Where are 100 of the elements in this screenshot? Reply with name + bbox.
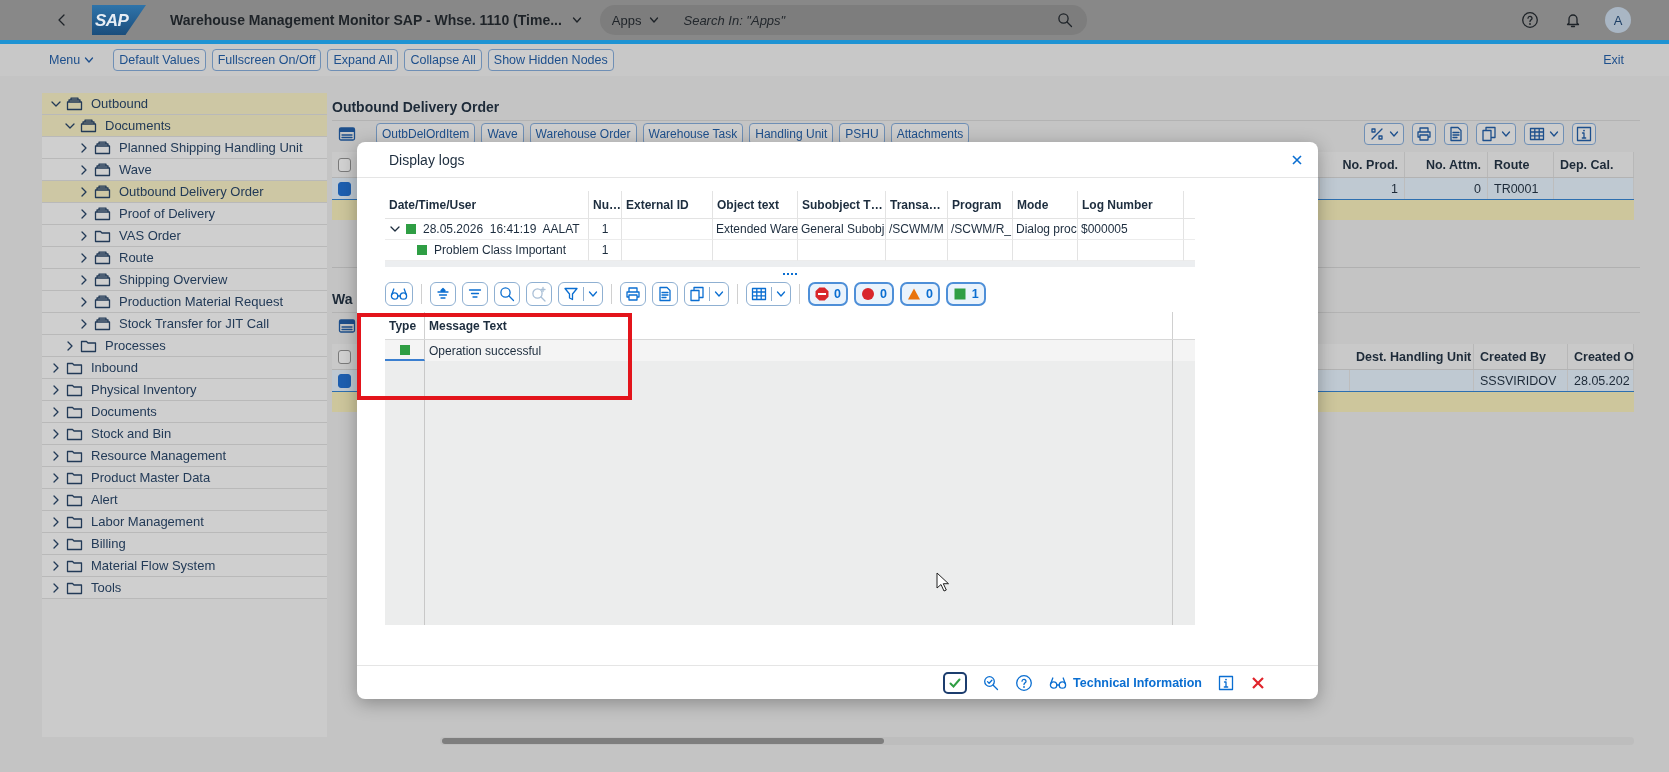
- ok-button[interactable]: [943, 671, 968, 694]
- table-cell: Extended Ware: [713, 219, 798, 240]
- folder-icon: [66, 426, 83, 441]
- checkbox[interactable]: [338, 373, 351, 388]
- scope-dropdown[interactable]: Apps: [611, 12, 660, 28]
- cancel-icon: [1250, 674, 1266, 691]
- tree-item[interactable]: Material Flow System: [42, 555, 327, 577]
- info-button[interactable]: [1572, 122, 1596, 145]
- toolbar-button[interactable]: OutbDelOrdItem: [376, 122, 476, 145]
- avatar[interactable]: A: [1605, 7, 1631, 33]
- tree-item[interactable]: Inbound: [42, 357, 327, 379]
- tree-item[interactable]: VAS Order: [42, 225, 327, 247]
- status-filter-button[interactable]: 0: [853, 282, 894, 306]
- copy-icon: [1481, 125, 1497, 142]
- tree-item[interactable]: Product Master Data: [42, 467, 327, 489]
- tree-item[interactable]: Tools: [42, 577, 327, 599]
- search-field[interactable]: Apps Search In: "Apps": [599, 5, 1087, 35]
- checkbox[interactable]: [338, 157, 351, 172]
- table-row[interactable]: Problem Class Important 1: [385, 240, 1195, 261]
- checkbox[interactable]: [338, 349, 351, 364]
- dropdown-button[interactable]: [1476, 122, 1516, 145]
- column-header: Dest. Handling Unit: [1350, 344, 1474, 369]
- tree-item[interactable]: Shipping Overview: [42, 269, 327, 291]
- table-cell: 1: [1320, 178, 1405, 199]
- tree-item[interactable]: Processes: [42, 335, 327, 357]
- tree-item[interactable]: Physical Inventory: [42, 379, 327, 401]
- tree-item[interactable]: Documents: [42, 401, 327, 423]
- help-button[interactable]: [1015, 673, 1034, 692]
- export-button[interactable]: [652, 282, 678, 306]
- status-filter-button[interactable]: 1: [945, 282, 986, 306]
- search-icon[interactable]: [1056, 12, 1073, 28]
- table-row[interactable]: 28.05.2026 16:41:19 AALAT 1 Extended Ware General Subobj /SCWM/M /SCWM/R_ Dialog proc $000005: [385, 219, 1195, 240]
- help-icon[interactable]: [1521, 11, 1539, 29]
- column-header: Date/Time/User: [385, 191, 589, 219]
- toolbar-button[interactable]: Warehouse Task: [642, 122, 744, 145]
- table-settings-icon[interactable]: [338, 317, 356, 334]
- table-cell: 28.05.2026 16:41:19 AALAT: [423, 222, 580, 236]
- status-filter-button[interactable]: 0: [808, 282, 848, 306]
- sort-button[interactable]: [462, 282, 488, 306]
- sort-button[interactable]: [430, 282, 456, 306]
- tree-item[interactable]: Billing: [42, 533, 327, 555]
- copy-button[interactable]: [684, 282, 729, 306]
- grip-icon[interactable]: [782, 272, 798, 276]
- help-icon: [1015, 673, 1034, 692]
- box-icon: [94, 294, 111, 309]
- toolbar-button[interactable]: Wave: [481, 122, 524, 145]
- tree-item[interactable]: Labor Management: [42, 511, 327, 533]
- status-filter-button[interactable]: 0: [899, 282, 940, 306]
- toolbar-button[interactable]: Fullscreen On/Off: [211, 49, 322, 71]
- close-icon[interactable]: [1290, 152, 1304, 167]
- toolbar-button[interactable]: Attachments: [890, 122, 970, 145]
- toolbar-button[interactable]: Collapse All: [404, 49, 482, 71]
- caret-icon[interactable]: [571, 15, 582, 25]
- dropdown-button[interactable]: [1364, 122, 1404, 145]
- technical-information-link[interactable]: Technical Information: [1049, 675, 1202, 690]
- tree-item[interactable]: Planned Shipping Handling Unit: [42, 137, 327, 159]
- layout-button[interactable]: [746, 282, 791, 306]
- menu-button[interactable]: Menu: [44, 49, 100, 71]
- grid-icon: [751, 286, 767, 302]
- print-button[interactable]: [1412, 122, 1436, 145]
- toolbar-button[interactable]: Handling Unit: [749, 122, 834, 145]
- folder-icon: [66, 580, 83, 595]
- search-button[interactable]: [494, 282, 520, 306]
- tree-item[interactable]: Outbound Delivery Order: [42, 181, 327, 203]
- tree-item[interactable]: Stock and Bin: [42, 423, 327, 445]
- copy-icon: [689, 286, 705, 302]
- export-button[interactable]: [1444, 122, 1468, 145]
- toolbar-button[interactable]: PSHU: [839, 122, 885, 145]
- column-header: No. Attm.: [1405, 152, 1488, 177]
- print-button[interactable]: [620, 282, 646, 306]
- error-icon: [860, 287, 875, 301]
- box-icon: [94, 206, 111, 221]
- details-button[interactable]: [385, 282, 413, 306]
- tree-item[interactable]: Production Material Request: [42, 291, 327, 313]
- box-icon: [80, 118, 97, 133]
- toolbar-button[interactable]: Default Values: [113, 49, 206, 71]
- exit-button[interactable]: Exit: [1598, 49, 1629, 71]
- filter-button[interactable]: [558, 282, 603, 306]
- tree-item[interactable]: Route: [42, 247, 327, 269]
- info-button[interactable]: [1218, 674, 1234, 691]
- toolbar-button[interactable]: Expand All: [327, 49, 399, 71]
- scrollbar-thumb[interactable]: [442, 738, 884, 744]
- toolbar-button[interactable]: Warehouse Order: [529, 122, 637, 145]
- glasses-icon: [390, 287, 408, 301]
- tree-item[interactable]: Wave: [42, 159, 327, 181]
- tree-item[interactable]: Alert: [42, 489, 327, 511]
- tree-item[interactable]: Stock Transfer for JIT Call: [42, 313, 327, 335]
- tree-item[interactable]: Proof of Delivery: [42, 203, 327, 225]
- dropdown-button[interactable]: [1524, 122, 1564, 145]
- bell-icon[interactable]: [1565, 12, 1581, 28]
- tree-item[interactable]: Resource Management: [42, 445, 327, 467]
- column-header: No. Prod.: [1320, 152, 1405, 177]
- toolbar-button[interactable]: Show Hidden Nodes: [487, 49, 614, 71]
- cancel-button[interactable]: [1250, 674, 1266, 691]
- tree-item[interactable]: Documents: [42, 115, 327, 137]
- table-cell: 1: [589, 240, 622, 261]
- check-button[interactable]: [983, 674, 1000, 691]
- checkbox[interactable]: [338, 181, 351, 196]
- tree-item[interactable]: Outbound: [42, 93, 327, 115]
- table-settings-icon[interactable]: [338, 125, 356, 142]
